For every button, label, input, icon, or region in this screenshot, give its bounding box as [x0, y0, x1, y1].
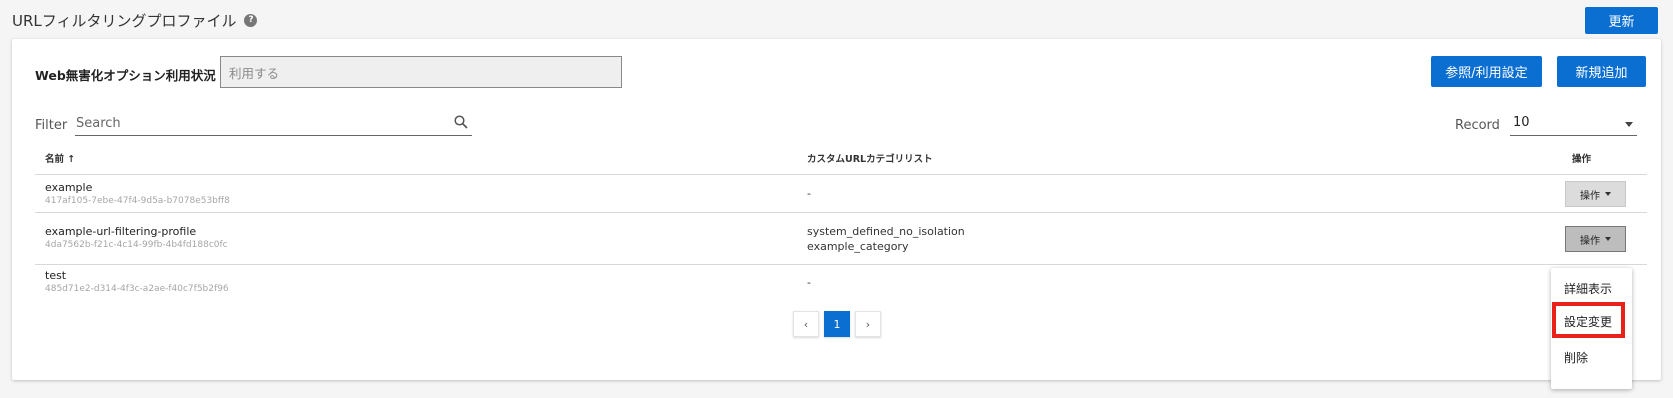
filter-label: Filter	[35, 118, 68, 133]
row-name: example-url-filtering-profile	[45, 225, 197, 238]
page-title-text: URLフィルタリングプロファイル	[12, 12, 237, 30]
reference-settings-button[interactable]: 参照/利用設定	[1431, 56, 1542, 87]
row-id: 417af105-7ebe-47f4-9d5a-b7078e53bff8	[45, 196, 230, 206]
column-header-actions: 操作	[1572, 154, 1592, 165]
actions-dropdown-menu: 詳細表示 設定変更 削除	[1551, 268, 1632, 389]
row-category: example_category	[807, 240, 909, 253]
divider	[35, 264, 1647, 265]
row-name: test	[45, 269, 67, 282]
column-header-custom-url-category: カスタムURLカテゴリリスト	[807, 154, 933, 165]
chevron-down-icon	[1625, 122, 1633, 127]
caret-down-icon	[1605, 192, 1611, 196]
search-icon[interactable]	[454, 114, 468, 133]
menu-item-edit-settings[interactable]: 設定変更	[1564, 313, 1612, 330]
row-category: -	[807, 276, 811, 289]
search-box	[75, 112, 472, 136]
record-select[interactable]: 10	[1510, 112, 1637, 136]
row-id: 485d71e2-d314-4f3c-a2ae-f40c7f5b2f96	[45, 284, 229, 294]
refresh-button[interactable]: 更新	[1585, 7, 1658, 34]
row-actions-label: 操作	[1580, 190, 1600, 202]
row-actions-button[interactable]: 操作	[1565, 181, 1626, 207]
pagination-next-button[interactable]: ›	[855, 311, 881, 337]
row-id: 4da7562b-f21c-4c14-99fb-4b4fd188c0fc	[45, 240, 228, 250]
divider	[35, 212, 1647, 213]
add-new-button[interactable]: 新規追加	[1557, 56, 1646, 87]
row-name: example	[45, 181, 93, 194]
divider	[35, 174, 1647, 175]
menu-item-details[interactable]: 詳細表示	[1564, 280, 1612, 297]
menu-item-delete[interactable]: 削除	[1564, 349, 1588, 366]
pagination-page-1[interactable]: 1	[824, 311, 850, 337]
web-isolation-option-label: Web無害化オプション利用状況	[35, 68, 216, 83]
column-header-name[interactable]: 名前 ↑	[45, 151, 75, 165]
profile-card: Web無害化オプション利用状況 利用する 参照/利用設定 新規追加 Filter…	[12, 39, 1661, 380]
record-label: Record	[1455, 118, 1500, 133]
search-input[interactable]	[75, 112, 445, 134]
web-isolation-option-field: 利用する	[220, 56, 622, 88]
caret-down-icon	[1605, 237, 1611, 241]
row-actions-button[interactable]: 操作	[1565, 226, 1626, 252]
row-category: system_defined_no_isolation	[807, 225, 965, 238]
page-title: URLフィルタリングプロファイル ?	[12, 10, 258, 31]
pagination-prev-button[interactable]: ‹	[793, 311, 819, 337]
row-actions-label: 操作	[1580, 235, 1600, 247]
record-value: 10	[1513, 115, 1530, 130]
row-category: -	[807, 187, 811, 200]
help-icon[interactable]: ?	[244, 14, 258, 27]
